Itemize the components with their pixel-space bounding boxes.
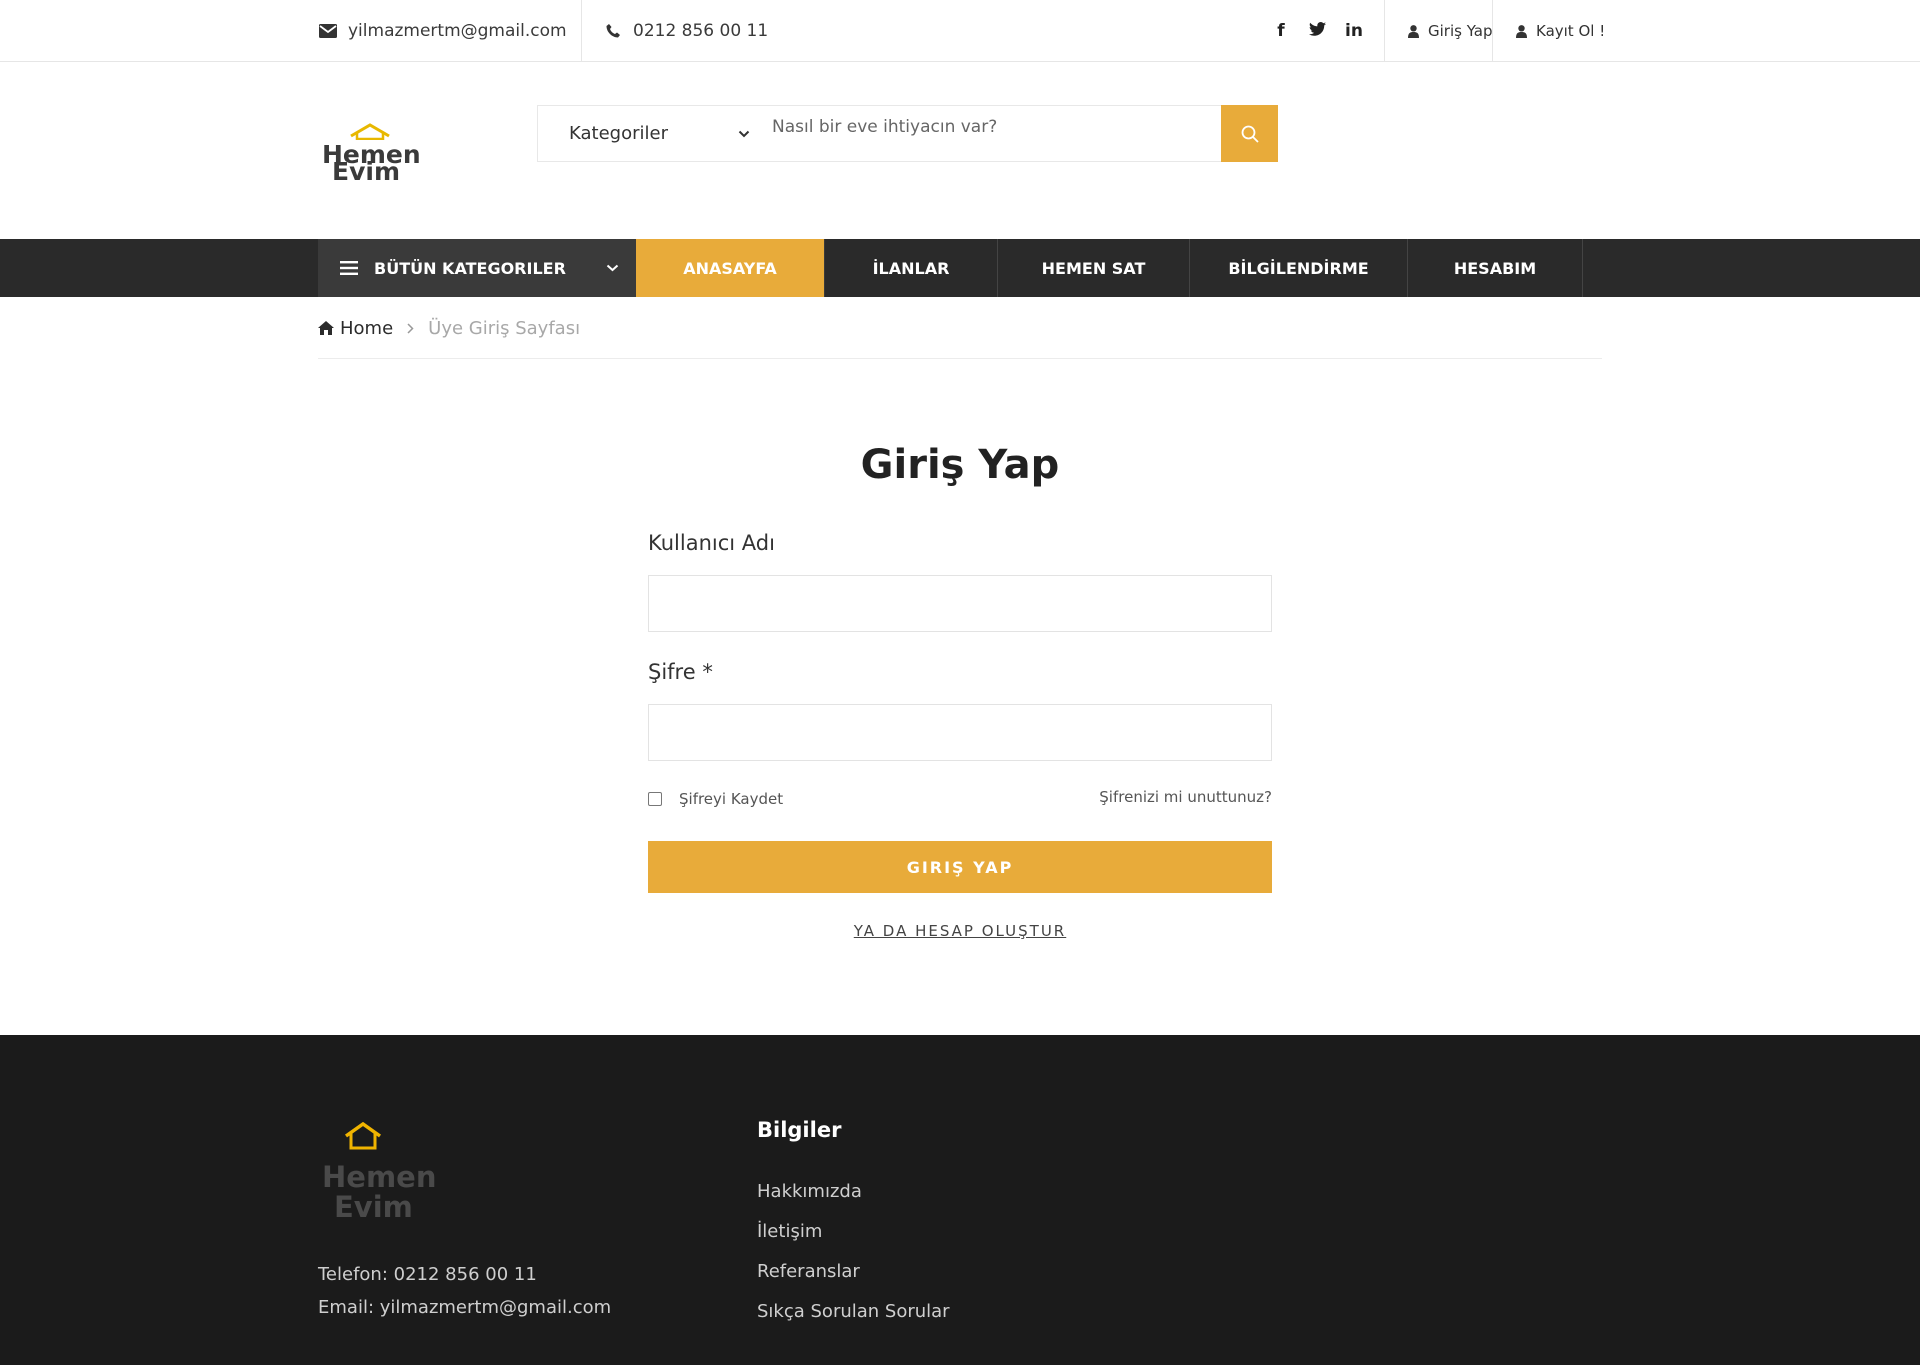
all-categories-button[interactable]: BÜTÜN KATEGORILER [318,239,636,297]
footer-link-referanslar[interactable]: Referanslar [757,1261,860,1282]
footer-link-sss[interactable]: Sıkça Sorulan Sorular [757,1301,950,1322]
home-icon [318,321,334,335]
main-nav: BÜTÜN KATEGORILER ANASAYFA İLANLAR HEMEN… [0,239,1920,297]
twitter-icon[interactable] [1309,21,1326,41]
chevron-down-icon [606,264,619,272]
top-bar: yilmazmertm@gmail.com 0212 856 00 11 f i… [0,0,1920,62]
topbar-email-text: yilmazmertm@gmail.com [348,21,567,41]
search-bar: Kategoriler [537,105,1278,162]
topbar-phone[interactable]: 0212 856 00 11 [603,0,768,62]
topbar-phone-text: 0212 856 00 11 [633,21,769,41]
user-icon [1516,24,1527,38]
facebook-icon[interactable]: f [1273,21,1289,41]
linkedin-icon[interactable]: in [1345,21,1363,41]
social-links: f in [1273,0,1363,62]
footer-logo[interactable]: Hemen Evim [318,1122,436,1232]
all-categories-label: BÜTÜN KATEGORILER [374,258,566,278]
password-label: Şifre * [648,660,713,684]
category-select[interactable]: Kategoriler [538,106,762,161]
footer-logo-line2: Evim [334,1190,413,1224]
topbar-divider [581,0,582,62]
nav-item-ilanlar[interactable]: İLANLAR [825,239,998,297]
nav-item-anasayfa[interactable]: ANASAYFA [636,239,825,297]
register-link-label: Kayıt Ol ! [1536,22,1606,40]
footer-link-iletisim[interactable]: İletişim [757,1221,822,1242]
footer-logo-line1: Hemen [322,1160,437,1194]
envelope-icon [318,21,338,41]
forgot-password-link[interactable]: Şifrenizi mi unuttunuz? [1050,788,1272,806]
site-logo[interactable]: Hemen Evim [318,118,421,188]
chevron-right-icon [407,318,414,339]
username-label: Kullanıcı Adı [648,531,775,555]
remember-me: Şifreyi Kaydet [648,790,783,808]
menu-icon [340,261,358,275]
category-select-value: Kategoriler [569,123,668,144]
breadcrumb: Home Üye Giriş Sayfası [318,316,580,340]
page-title: Giriş Yap [860,442,1060,488]
username-field[interactable] [648,575,1272,632]
footer-email: Email: yilmazmertm@gmail.com [318,1297,612,1318]
logo-text-line2: Evim [332,157,400,186]
footer [0,1035,1920,1365]
register-link[interactable]: Kayıt Ol ! [1516,0,1605,62]
login-link-label: Giriş Yap [1428,22,1493,40]
search-icon [1241,125,1259,143]
search-input[interactable] [762,106,1221,161]
topbar-email[interactable]: yilmazmertm@gmail.com [318,0,567,62]
password-field[interactable] [648,704,1272,761]
user-icon [1408,24,1419,38]
phone-icon [603,21,623,41]
topbar-divider [1492,0,1493,62]
footer-phone: Telefon: 0212 856 00 11 [318,1264,537,1285]
house-roof-icon [350,123,390,140]
topbar-divider [1384,0,1385,62]
search-button[interactable] [1221,105,1278,162]
login-link[interactable]: Giriş Yap [1408,0,1493,62]
breadcrumb-home[interactable]: Home [318,318,393,339]
nav-item-hemen-sat[interactable]: HEMEN SAT [998,239,1190,297]
nav-item-bilgilendirme[interactable]: BİLGİLENDİRME [1190,239,1408,297]
breadcrumb-current: Üye Giriş Sayfası [428,317,581,339]
house-icon [344,1122,382,1150]
login-button[interactable]: GIRIŞ YAP [648,841,1272,893]
chevron-down-icon [738,130,750,137]
remember-label: Şifreyi Kaydet [679,790,784,808]
breadcrumb-divider [318,358,1602,359]
create-account-link[interactable]: YA DA HESAP OLUŞTUR [648,922,1272,940]
remember-checkbox[interactable] [648,792,662,806]
footer-link-hakkimizda[interactable]: Hakkımızda [757,1181,862,1202]
breadcrumb-home-label: Home [340,317,394,339]
nav-item-hesabim[interactable]: HESABIM [1408,239,1583,297]
footer-info-heading: Bilgiler [757,1118,842,1142]
